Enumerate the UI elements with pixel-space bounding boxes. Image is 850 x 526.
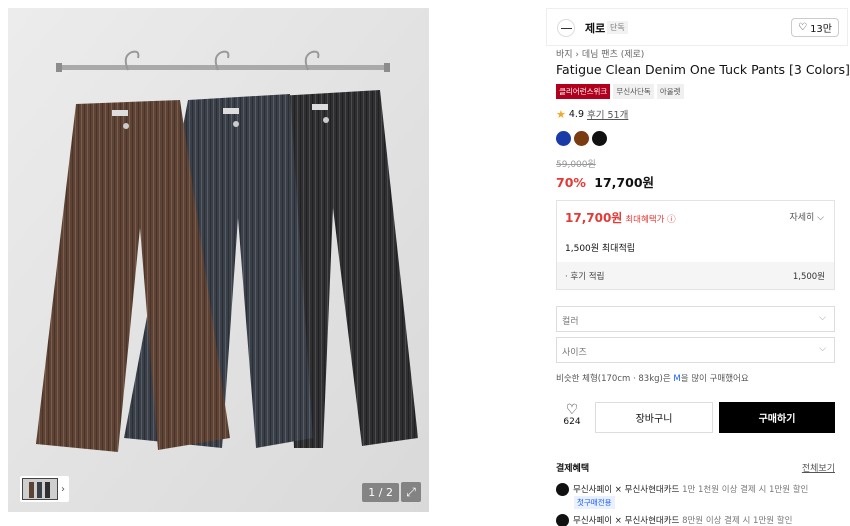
max-benefit-price: 17,700원 최대혜택가 ⓘ bbox=[565, 209, 676, 226]
color-swatch-black[interactable] bbox=[592, 131, 607, 146]
payment-benefits-all-link[interactable]: 전체보기 bbox=[802, 461, 835, 474]
payment-benefit-name: 무신사페이 × 무신사현대카드 bbox=[573, 485, 680, 495]
thumbnail-strip[interactable]: › bbox=[20, 476, 69, 502]
product-photo bbox=[8, 8, 429, 512]
brand-logo[interactable] bbox=[557, 19, 575, 37]
payment-benefits-title: 결제혜택 bbox=[556, 464, 590, 474]
max-benefit-value: 17,700원 bbox=[565, 211, 623, 225]
payment-benefit-item: 무신사페이 × 무신사현대카드 1만 1천원 이상 결제 시 1만원 할인 bbox=[556, 483, 808, 496]
first-purchase-badge: 첫구매전용 bbox=[574, 496, 615, 509]
chevron-down-icon: ⌵ bbox=[819, 313, 826, 323]
expand-icon[interactable]: ⤢ bbox=[401, 482, 421, 502]
chevron-down-icon: ⌵ bbox=[819, 344, 826, 354]
image-counter: 1 / 2 bbox=[362, 483, 399, 502]
tag-outlet: 아울렛 bbox=[656, 84, 684, 99]
card-logo-icon bbox=[556, 483, 569, 496]
color-swatch-blue[interactable] bbox=[556, 131, 571, 146]
fit-note-size: M bbox=[673, 374, 681, 384]
color-swatches[interactable] bbox=[556, 131, 607, 146]
rating-row[interactable]: ★ 4.9 후기 51개 bbox=[556, 107, 628, 122]
buy-now-button[interactable]: 구매하기 bbox=[719, 402, 835, 433]
review-points-label: · 후기 적립 bbox=[565, 272, 605, 282]
product-title: Fatigue Clean Denim One Tuck Pants [3 Co… bbox=[556, 62, 850, 77]
color-select[interactable]: 컬러 ⌵ bbox=[556, 306, 835, 332]
fit-note-pre: 비슷한 체형(170cm · 83kg)은 bbox=[556, 374, 674, 384]
color-select-placeholder: 컬러 bbox=[562, 317, 579, 327]
brand-like-count: 13만 bbox=[810, 24, 832, 35]
product-like-count: 624 bbox=[563, 417, 581, 427]
color-swatch-brown[interactable] bbox=[574, 131, 589, 146]
heart-icon: ♡ bbox=[565, 402, 579, 418]
original-price: 59,000원 bbox=[556, 160, 596, 170]
payment-benefit-desc: 8만원 이상 결제 시 1만원 할인 bbox=[679, 516, 793, 526]
max-benefit-label[interactable]: 최대혜택가 ⓘ bbox=[625, 215, 675, 225]
size-select[interactable]: 사이즈 ⌵ bbox=[556, 337, 835, 363]
sale-price: 17,700원 bbox=[594, 175, 655, 190]
tag-exclusive: 무신사단독 bbox=[613, 84, 654, 99]
review-points-value: 1,500원 bbox=[792, 272, 825, 282]
product-tags: 클리어런스위크 무신사단독 아울렛 bbox=[556, 84, 684, 99]
product-image-gallery[interactable]: › 1 / 2 ⤢ bbox=[8, 8, 429, 512]
size-select-placeholder: 사이즈 bbox=[562, 348, 587, 358]
add-to-cart-button[interactable]: 장바구니 bbox=[595, 402, 713, 433]
brand-row[interactable]: 제로 단독 ♡ 13만 bbox=[546, 8, 848, 46]
breadcrumb[interactable]: 바지 › 데님 팬츠 (제로) bbox=[556, 47, 644, 60]
max-points-line: 1,500원 최대적립 bbox=[565, 244, 636, 254]
product-info-panel: 제로 단독 ♡ 13만 바지 › 데님 팬츠 (제로) Fatigue Clea… bbox=[546, 0, 850, 526]
benefit-detail-toggle[interactable]: 자세히 ⌵ bbox=[789, 210, 824, 223]
discount-rate: 70% bbox=[556, 175, 586, 190]
sale-price-row: 70% 17,700원 bbox=[556, 172, 654, 191]
rating-score: 4.9 bbox=[568, 108, 584, 120]
payment-benefit-item: 무신사페이 × 무신사현대카드 8만원 이상 결제 시 1만원 할인 bbox=[556, 514, 792, 526]
star-icon: ★ bbox=[556, 107, 566, 121]
brand-exclusive-badge: 단독 bbox=[607, 21, 628, 34]
thumbnail-next-icon[interactable]: › bbox=[61, 484, 65, 495]
review-points-box: · 후기 적립 1,500원 bbox=[557, 262, 834, 289]
heart-icon: ♡ bbox=[798, 22, 808, 33]
review-count-link[interactable]: 후기 51개 bbox=[587, 107, 628, 121]
product-like-button[interactable]: ♡ 624 bbox=[556, 403, 588, 427]
brand-name[interactable]: 제로 bbox=[585, 20, 605, 36]
payment-benefit-desc: 1만 1천원 이상 결제 시 1만원 할인 bbox=[679, 485, 809, 495]
thumbnail-1[interactable] bbox=[22, 478, 58, 500]
fit-recommendation: 비슷한 체형(170cm · 83kg)은 M을 많이 구매했어요 bbox=[556, 372, 749, 384]
benefit-box: 17,700원 최대혜택가 ⓘ 자세히 ⌵ 1,500원 최대적립 · 후기 적립… bbox=[556, 200, 835, 290]
payment-benefit-name: 무신사페이 × 무신사현대카드 bbox=[573, 516, 680, 526]
tag-clearance: 클리어런스위크 bbox=[556, 84, 611, 99]
brand-like-button[interactable]: ♡ 13만 bbox=[791, 18, 839, 37]
fit-note-post: 을 많이 구매했어요 bbox=[680, 374, 749, 384]
card-logo-icon bbox=[556, 514, 569, 526]
